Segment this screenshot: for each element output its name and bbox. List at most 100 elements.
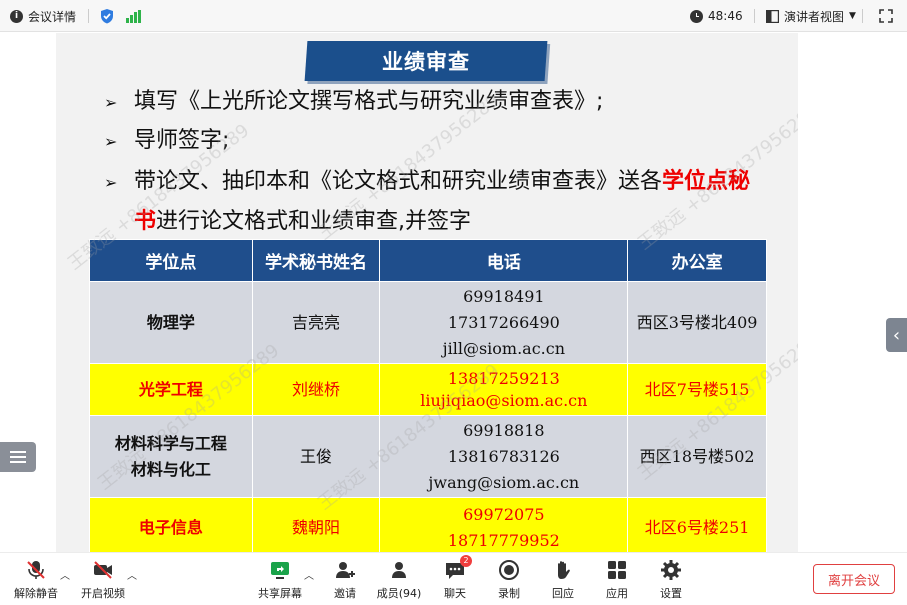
office-cell: 西区3号楼北409 xyxy=(627,281,767,364)
unmute-button[interactable]: 解除静音 xyxy=(8,559,64,601)
unmute-label: 解除静音 xyxy=(14,587,58,600)
phone-text: 13817259213 xyxy=(447,368,560,388)
list-icon xyxy=(10,451,26,463)
apps-grid-icon xyxy=(606,559,628,581)
contact-cell: 69918491 17317266490 jill@siom.ac.cn xyxy=(379,281,629,364)
bullet-arrow-icon: ➢ xyxy=(104,93,118,112)
bullet-text: 带论文、抽印本和《论文格式和研究业绩审查表》送各 xyxy=(134,169,663,194)
bullet-continuation: 书进行论文格式和业绩审查,并签字 xyxy=(134,207,471,237)
chat-icon: 2 xyxy=(444,555,472,581)
shared-screen-stage: 业绩审查 ➢ 填写《上光所论文撰写格式与研究业绩审查表》; ➢ 导师签字; ➢ 带论文… xyxy=(0,33,907,552)
phone-text: 69972075 xyxy=(463,504,545,524)
bullet-item: ➢ 带论文、抽印本和《论文格式和研究业绩审查表》送各学位点秘 xyxy=(104,167,750,198)
email-text: jill@siom.ac.cn xyxy=(442,338,566,358)
video-options-caret-icon[interactable]: ︿ xyxy=(127,567,137,582)
contact-cell: 69918818 13816783126 jwang@siom.ac.cn xyxy=(379,415,629,498)
security-shield-button[interactable] xyxy=(100,0,114,32)
network-signal-indicator[interactable] xyxy=(126,0,141,32)
fullscreen-button[interactable] xyxy=(879,0,893,32)
mic-muted-icon xyxy=(25,559,47,581)
participant-list-toggle[interactable] xyxy=(0,442,36,472)
phone-text: 69918818 xyxy=(463,420,545,440)
divider xyxy=(862,9,863,23)
presentation-slide: 业绩审查 ➢ 填写《上光所论文撰写格式与研究业绩审查表》; ➢ 导师签字; ➢ 带论文… xyxy=(56,33,798,552)
email-text: jwang@siom.ac.cn xyxy=(428,472,580,492)
start-video-label: 开启视频 xyxy=(81,587,125,600)
bullet-arrow-icon: ➢ xyxy=(104,173,118,192)
bullet-item: ➢ 导师签字; xyxy=(104,126,229,157)
secretary-table: 学位点 学术秘书姓名 电话 办公室 物理学 吉亮亮 69918491 17317… xyxy=(89,239,767,552)
settings-button[interactable]: 设置 xyxy=(643,559,699,601)
invite-button[interactable]: 邀请 xyxy=(317,559,373,601)
share-screen-label: 共享屏幕 xyxy=(258,587,302,600)
meeting-timer: 48:46 xyxy=(690,0,743,32)
col-header-secretary: 学术秘书姓名 xyxy=(251,239,381,282)
start-video-button[interactable]: 开启视频 xyxy=(75,559,131,601)
apps-button[interactable]: 应用 xyxy=(589,559,645,601)
bullet-text: 导师签字; xyxy=(134,128,230,153)
table-row: 材料科学与工程 材料与化工 王俊 69918818 13816783126 jw… xyxy=(89,415,767,498)
bullet-text: 进行论文格式和业绩审查,并签字 xyxy=(156,209,472,234)
bullet-item: ➢ 填写《上光所论文撰写格式与研究业绩审查表》; xyxy=(104,87,603,118)
side-panel-toggle[interactable]: ‹ xyxy=(886,318,907,352)
bullet-text: 填写《上光所论文撰写格式与研究业绩审查表》; xyxy=(134,89,604,114)
video-off-icon xyxy=(92,559,114,581)
degree-line: 材料与化工 xyxy=(130,459,211,479)
chevron-left-icon: ‹ xyxy=(892,324,901,346)
chat-label: 聊天 xyxy=(444,587,466,600)
col-header-phone: 电话 xyxy=(379,239,629,282)
office-cell: 北区7号楼515 xyxy=(627,363,767,416)
divider xyxy=(754,9,755,23)
bottom-toolbar: 解除静音 ︿ 开启视频 ︿ 共享屏幕 ︿ 邀请 成员(94) 2 聊天 录制 回… xyxy=(0,552,907,605)
share-options-caret-icon[interactable]: ︿ xyxy=(304,567,314,582)
view-mode-dropdown[interactable]: 演讲者视图 ▼ xyxy=(766,0,856,32)
col-header-degree: 学位点 xyxy=(89,239,253,282)
table-row: 电子信息 魏朝阳 69972075 18717779952 北区6号楼251 xyxy=(89,497,767,552)
share-screen-button[interactable]: 共享屏幕 xyxy=(252,559,308,601)
phone-text: 18717779952 xyxy=(447,530,560,550)
phone-text: 13816783126 xyxy=(447,446,560,466)
react-label: 回应 xyxy=(552,587,574,600)
divider xyxy=(88,9,89,23)
highlight-text: 书 xyxy=(134,209,157,234)
chat-button[interactable]: 2 聊天 xyxy=(427,555,483,601)
office-cell: 北区6号楼251 xyxy=(627,497,767,552)
mic-options-caret-icon[interactable]: ︿ xyxy=(60,567,70,582)
degree-cell: 光学工程 xyxy=(89,363,253,416)
secretary-cell: 吉亮亮 xyxy=(251,281,381,364)
chat-unread-badge: 2 xyxy=(460,555,472,567)
secretary-cell: 刘继桥 xyxy=(251,363,381,416)
phone-text: 69918491 xyxy=(463,286,545,306)
secretary-cell: 王俊 xyxy=(251,415,381,498)
degree-cell: 材料科学与工程 材料与化工 xyxy=(89,415,253,498)
share-screen-icon xyxy=(269,559,291,581)
timer-text: 48:46 xyxy=(708,9,743,23)
table-row: 光学工程 刘继桥 13817259213 liujiqiao@siom.ac.c… xyxy=(89,363,767,416)
record-label: 录制 xyxy=(498,587,520,600)
members-button[interactable]: 成员(94) xyxy=(371,559,427,601)
col-header-office: 办公室 xyxy=(627,239,767,282)
contact-cell: 69972075 18717779952 xyxy=(379,497,629,552)
shield-icon xyxy=(101,9,113,24)
degree-cell: 物理学 xyxy=(89,281,253,364)
table-header-row: 学位点 学术秘书姓名 电话 办公室 xyxy=(89,239,767,282)
email-text: liujiqiao@siom.ac.cn xyxy=(420,390,588,410)
add-person-icon xyxy=(334,559,356,581)
react-button[interactable]: 回应 xyxy=(535,559,591,601)
contact-cell: 13817259213 liujiqiao@siom.ac.cn xyxy=(379,363,629,416)
info-icon: i xyxy=(10,9,23,23)
highlight-text: 学位点秘 xyxy=(662,169,751,194)
bullet-arrow-icon: ➢ xyxy=(104,132,118,151)
members-label: 成员(94) xyxy=(376,587,422,600)
settings-label: 设置 xyxy=(660,587,682,600)
record-button[interactable]: 录制 xyxy=(481,559,537,601)
fullscreen-icon xyxy=(879,9,893,23)
hand-icon xyxy=(552,559,574,581)
degree-cell: 电子信息 xyxy=(89,497,253,552)
meeting-details-label: 会议详情 xyxy=(28,9,77,24)
degree-line: 材料科学与工程 xyxy=(114,433,227,453)
invite-label: 邀请 xyxy=(334,587,356,600)
view-mode-label: 演讲者视图 xyxy=(784,9,845,24)
leave-meeting-button[interactable]: 离开会议 xyxy=(813,564,895,594)
meeting-details-button[interactable]: i 会议详情 xyxy=(10,0,76,32)
